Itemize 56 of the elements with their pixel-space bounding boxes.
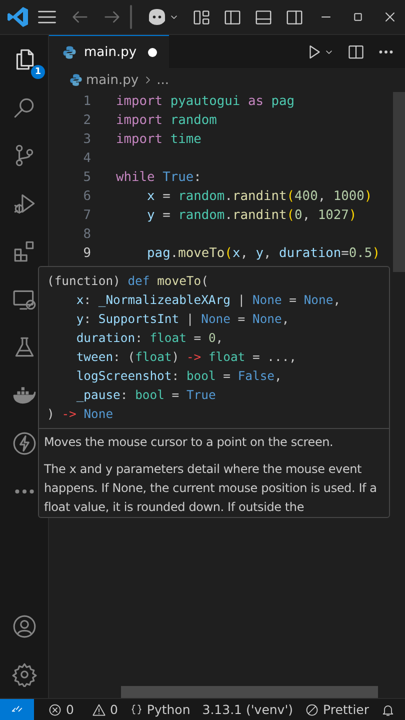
sidebar-right-icon[interactable] bbox=[285, 8, 304, 26]
warning-icon bbox=[92, 702, 106, 716]
python-icon bbox=[62, 44, 77, 60]
line-number: 7 bbox=[82, 208, 91, 223]
unsaved-dot bbox=[148, 48, 157, 56]
extensions-icon[interactable] bbox=[12, 238, 36, 264]
split-editor-icon[interactable] bbox=[347, 42, 365, 60]
language-mode[interactable]: Python bbox=[124, 702, 196, 717]
python-icon bbox=[69, 73, 83, 87]
line-number: 6 bbox=[82, 189, 91, 204]
formatter-status[interactable]: Prettier bbox=[299, 702, 375, 717]
signature-line: logScreenshot: bool = False, bbox=[75, 368, 283, 385]
signature-line: _pause: bool = True bbox=[75, 387, 217, 404]
interpreter-version[interactable]: 3.13.1 ('venv') bbox=[196, 702, 300, 717]
code-line: y = random.randint(0, 1027) bbox=[146, 208, 357, 223]
error-count[interactable]: 0 bbox=[42, 702, 80, 717]
sidebar-left-icon[interactable] bbox=[223, 8, 242, 26]
lightning-icon[interactable] bbox=[12, 430, 36, 456]
error-icon bbox=[48, 702, 62, 716]
signature-line: duration: float = 0, bbox=[75, 330, 224, 347]
code-line: import pyautogui as pag bbox=[116, 94, 295, 109]
code-line: pag.moveTo(x, y, duration=0.5) bbox=[146, 246, 380, 261]
line-number: 4 bbox=[82, 151, 91, 166]
line-number: 3 bbox=[82, 132, 91, 147]
no-entry-icon bbox=[305, 702, 320, 716]
signature-line: (function) def moveTo( bbox=[47, 273, 210, 290]
line-number: 2 bbox=[82, 113, 91, 128]
settings-icon[interactable] bbox=[12, 662, 36, 686]
account-icon[interactable] bbox=[12, 614, 36, 638]
warning-count[interactable]: 0 bbox=[86, 702, 124, 717]
braces-icon bbox=[130, 703, 143, 716]
doc-text: The x and y parameters detail where the mouse event happens. If None, the current mouse position is used. If a float value, it is rounded down. If outside the bbox=[44, 461, 378, 516]
code-line: import random bbox=[116, 113, 217, 128]
line-number: 8 bbox=[82, 227, 91, 242]
code-line: import time bbox=[116, 132, 202, 147]
signature-line: x: _NormalizeableXArg | None = None, bbox=[75, 292, 342, 309]
robot-icon[interactable] bbox=[146, 6, 168, 28]
app-logo bbox=[6, 5, 30, 29]
breadcrumb-item[interactable]: main.py bbox=[86, 72, 139, 88]
bell-icon[interactable] bbox=[381, 702, 395, 716]
line-number: 5 bbox=[82, 170, 91, 185]
panel-icon[interactable] bbox=[254, 8, 273, 26]
layout-icon[interactable] bbox=[192, 8, 211, 26]
code-line: while True: bbox=[116, 170, 202, 185]
breadcrumb-item[interactable]: ... bbox=[156, 72, 169, 88]
line-number: 9 bbox=[82, 246, 91, 261]
horizontal-scrollbar[interactable] bbox=[121, 686, 378, 698]
doc-text: Moves the mouse cursor to a point on the screen. bbox=[44, 434, 334, 451]
signature-line: y: SupportsInt | None = None, bbox=[75, 311, 290, 328]
code-line: x = random.randint(400, 1000) bbox=[146, 189, 372, 204]
vertical-scrollbar[interactable] bbox=[393, 92, 405, 272]
line-number: 1 bbox=[82, 94, 91, 109]
file-tab[interactable]: main.py bbox=[49, 35, 169, 68]
count-badge: 1 bbox=[31, 65, 45, 79]
signature-line: ) -> None bbox=[47, 406, 114, 423]
signature-line: tween: (float) -> float = ..., bbox=[75, 349, 298, 366]
